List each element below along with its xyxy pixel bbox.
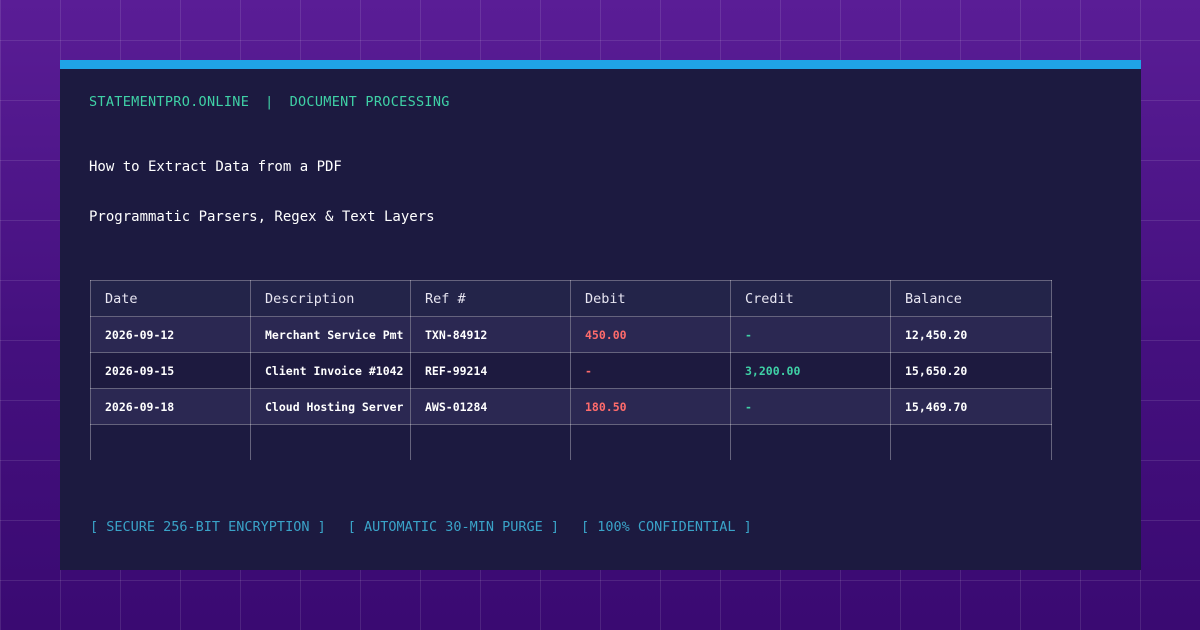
cell-credit: 3,200.00 xyxy=(730,352,891,389)
hero-card: STATEMENTPRO.ONLINE | DOCUMENT PROCESSING … xyxy=(60,60,1141,570)
badge-encryption: [ SECURE 256-BIT ENCRYPTION ] xyxy=(90,519,326,535)
cell-balance: 15,469.70 xyxy=(890,388,1052,425)
cell-debit: - xyxy=(570,352,731,389)
cell-date: 2026-09-15 xyxy=(90,352,251,389)
table-row: 2026-09-18 Cloud Hosting Server AWS-0128… xyxy=(90,388,1052,425)
cell-debit: 180.50 xyxy=(570,388,731,425)
column-header-balance: Balance xyxy=(890,280,1052,317)
cell-empty xyxy=(730,424,891,460)
section-label: DOCUMENT PROCESSING xyxy=(289,94,450,110)
table-row: 2026-09-15 Client Invoice #1042 REF-9921… xyxy=(90,352,1052,389)
brand-header: STATEMENTPRO.ONLINE | DOCUMENT PROCESSING xyxy=(89,94,450,110)
cell-debit: 450.00 xyxy=(570,316,731,353)
cell-description: Client Invoice #1042 xyxy=(250,352,411,389)
statement-table: Date Description Ref # Debit Credit Bala… xyxy=(90,280,1052,460)
cell-description: Merchant Service Pmt xyxy=(250,316,411,353)
column-header-debit: Debit xyxy=(570,280,731,317)
cell-empty xyxy=(90,424,251,460)
column-header-credit: Credit xyxy=(730,280,891,317)
column-header-ref: Ref # xyxy=(410,280,571,317)
badge-purge: [ AUTOMATIC 30-MIN PURGE ] xyxy=(347,519,560,535)
site-name[interactable]: STATEMENTPRO.ONLINE xyxy=(89,94,249,110)
cell-empty xyxy=(250,424,411,460)
column-header-date: Date xyxy=(90,280,251,317)
page-subtitle: Programmatic Parsers, Regex & Text Layer… xyxy=(89,209,435,225)
column-header-description: Description xyxy=(250,280,411,317)
cell-empty xyxy=(570,424,731,460)
cell-description: Cloud Hosting Server xyxy=(250,388,411,425)
statement-table-container: Date Description Ref # Debit Credit Bala… xyxy=(90,280,1052,460)
security-badges: [ SECURE 256-BIT ENCRYPTION ] [ AUTOMATIC… xyxy=(90,519,774,535)
cell-credit: - xyxy=(730,388,891,425)
cell-balance: 12,450.20 xyxy=(890,316,1052,353)
cell-empty xyxy=(890,424,1052,460)
cell-credit: - xyxy=(730,316,891,353)
accent-bar xyxy=(60,60,1141,69)
cell-date: 2026-09-18 xyxy=(90,388,251,425)
table-row: 2026-09-12 Merchant Service Pmt TXN-8491… xyxy=(90,316,1052,353)
cell-date: 2026-09-12 xyxy=(90,316,251,353)
table-row-empty xyxy=(90,424,1052,460)
cell-balance: 15,650.20 xyxy=(890,352,1052,389)
table-header-row: Date Description Ref # Debit Credit Bala… xyxy=(90,280,1052,317)
cell-empty xyxy=(410,424,571,460)
header-separator: | xyxy=(265,94,274,110)
cell-ref: REF-99214 xyxy=(410,352,571,389)
badge-confidential: [ 100% CONFIDENTIAL ] xyxy=(581,519,752,535)
cell-ref: TXN-84912 xyxy=(410,316,571,353)
cell-ref: AWS-01284 xyxy=(410,388,571,425)
page-title: How to Extract Data from a PDF xyxy=(89,159,342,175)
